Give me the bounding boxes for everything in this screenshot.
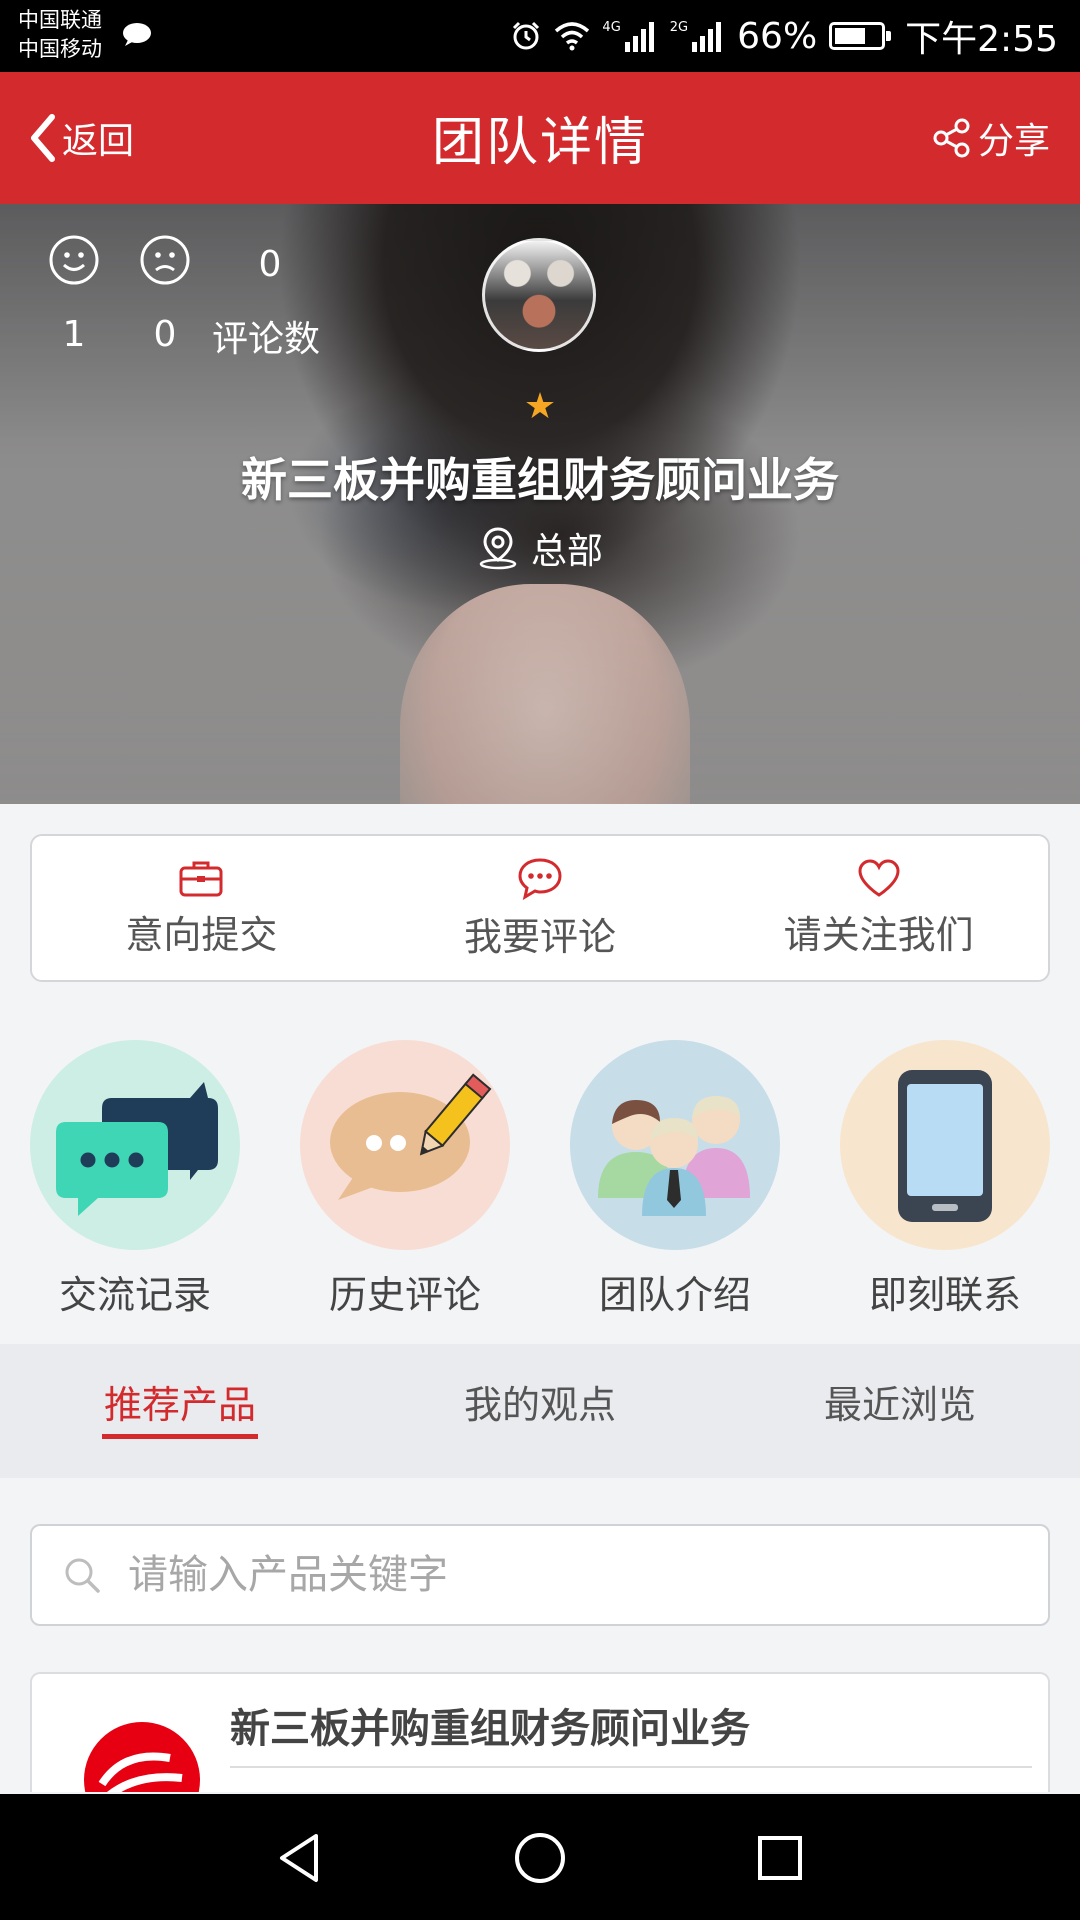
team-name: 新三板并购重组财务顾问业务 — [241, 453, 839, 507]
clock: 下午2:55 — [905, 19, 1058, 60]
action-bar: 意向提交 我要评论 请关注我们 — [30, 834, 1050, 982]
nav-recents-icon[interactable] — [750, 1828, 810, 1888]
chat-icon — [30, 1040, 240, 1250]
frown-icon[interactable] — [139, 234, 191, 286]
signal-strength-icon — [692, 22, 722, 52]
comment-count-label: 评论数 — [212, 319, 321, 360]
content-tabs: 推荐产品 我的观点 最近浏览 — [0, 1344, 1080, 1478]
active-tab-indicator — [102, 1434, 258, 1439]
tab-label: 最近浏览 — [823, 1383, 976, 1427]
status-bar: 中国联通 中国移动 4G 2G 66% 下午2:55 — [0, 0, 1080, 72]
location-label: 总部 — [530, 531, 603, 572]
write-comment-button[interactable]: 我要评论 — [371, 836, 710, 980]
team-location: 总部 — [0, 522, 1080, 574]
briefcase-icon — [179, 861, 223, 896]
share-icon — [933, 118, 970, 158]
message-notification-icon — [123, 23, 151, 46]
quick-link-contact-now[interactable]: 即刻联系 — [840, 1040, 1050, 1319]
search-input[interactable] — [128, 1552, 988, 1598]
tab-my-views[interactable]: 我的观点 — [360, 1344, 720, 1478]
product-search — [30, 1524, 1050, 1626]
wifi-icon — [555, 22, 590, 51]
rating-star-icon: ★ — [523, 386, 557, 427]
heart-icon — [858, 858, 900, 897]
tab-recent-browsing[interactable]: 最近浏览 — [720, 1344, 1080, 1478]
alarm-icon — [513, 21, 540, 50]
submit-intent-label: 意向提交 — [125, 912, 278, 957]
carrier-info: 中国联通 中国移动 — [18, 6, 102, 64]
write-comment-label: 我要评论 — [464, 914, 617, 959]
quick-link-label: 即刻联系 — [868, 1273, 1021, 1317]
carrier-2: 中国移动 — [18, 37, 102, 61]
tab-label: 我的观点 — [463, 1383, 616, 1427]
chat-bubble-icon — [518, 857, 562, 900]
follow-button[interactable]: 请关注我们 — [709, 836, 1048, 980]
nav-back-icon[interactable] — [270, 1828, 330, 1888]
team-icon — [570, 1040, 780, 1250]
location-pin-icon — [479, 527, 517, 570]
tab-label: 推荐产品 — [103, 1383, 256, 1427]
network-type-1: 4G — [602, 20, 621, 35]
share-button[interactable]: 分享 — [932, 112, 1050, 164]
status-indicators: 4G 2G 66% 下午2:55 — [510, 10, 1058, 62]
like-count: 1 — [62, 314, 86, 355]
follow-label: 请关注我们 — [783, 912, 974, 957]
quick-link-label: 团队介绍 — [598, 1273, 751, 1317]
quick-link-team-intro[interactable]: 团队介绍 — [570, 1040, 780, 1319]
signal-strength-icon — [624, 22, 654, 52]
tab-recommended-products[interactable]: 推荐产品 — [0, 1344, 360, 1478]
quick-link-history-comments[interactable]: 历史评论 — [300, 1040, 510, 1319]
smile-icon[interactable] — [48, 234, 100, 286]
quick-link-label: 交流记录 — [58, 1273, 211, 1317]
network-type-2: 2G — [669, 20, 689, 35]
submit-intent-button[interactable]: 意向提交 — [32, 836, 371, 980]
pencil-comment-icon — [300, 1040, 510, 1250]
team-avatar — [482, 238, 596, 352]
product-card[interactable]: 新三板并购重组财务顾问业务 — [30, 1672, 1050, 1792]
search-icon — [65, 1558, 100, 1593]
nav-home-icon[interactable] — [510, 1828, 570, 1888]
app-header: 返回 团队详情 分享 — [0, 72, 1080, 204]
quick-link-chat-records[interactable]: 交流记录 — [30, 1040, 240, 1319]
quick-links: 交流记录 历史评论 团队介绍 即刻联系 — [0, 1040, 1080, 1320]
dislike-count: 0 — [153, 314, 177, 355]
comment-count: 0 — [258, 244, 282, 285]
share-label: 分享 — [977, 121, 1050, 162]
battery-icon — [829, 22, 892, 50]
divider — [230, 1766, 1032, 1768]
phone-icon — [840, 1040, 1050, 1250]
carrier-1: 中国联通 — [18, 8, 102, 32]
system-nav-bar — [0, 1794, 1080, 1920]
product-title: 新三板并购重组财务顾问业务 — [230, 1706, 750, 1752]
screen: 中国联通 中国移动 4G 2G 66% 下午2:55 返回 团队详情 分享 0 … — [0, 0, 1080, 1920]
product-logo — [84, 1722, 200, 1792]
battery-percent: 66% — [737, 15, 818, 57]
team-banner: 0 1 0 评论数 ★ 新三板并购重组财务顾问业务 总部 — [0, 204, 1080, 804]
quick-link-label: 历史评论 — [328, 1273, 481, 1317]
page-title: 团队详情 — [431, 113, 648, 173]
